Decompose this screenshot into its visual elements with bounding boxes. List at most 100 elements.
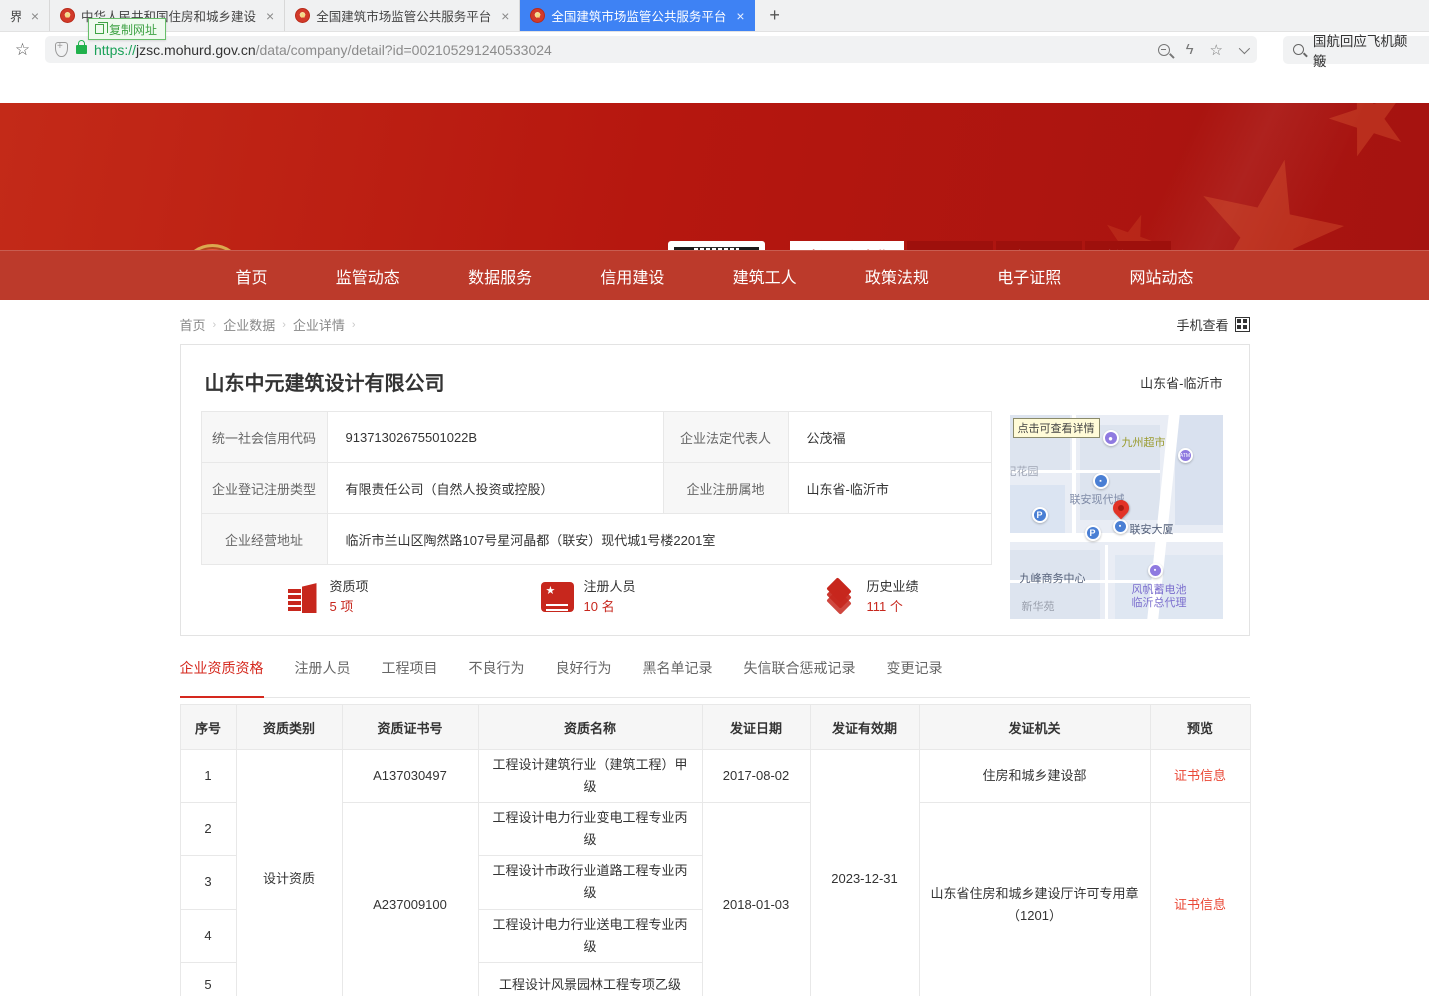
cert-no: A137030497 (342, 750, 478, 803)
tab-dishonesty[interactable]: 失信联合惩戒记录 (744, 658, 856, 697)
breadcrumb-home[interactable]: 首页 (180, 315, 206, 334)
tab-bad-behavior[interactable]: 不良行为 (469, 658, 525, 697)
company-name: 山东中元建筑设计有限公司 (205, 367, 445, 396)
tab-close-icon[interactable]: × (266, 9, 274, 23)
tab-good-behavior[interactable]: 良好行为 (556, 658, 612, 697)
new-tab-button[interactable]: + (755, 0, 795, 31)
tab-blacklist[interactable]: 黑名单记录 (643, 658, 713, 697)
tab-title: 全国建筑市场监管公共服务平台 (316, 6, 491, 25)
nav-item-workers[interactable]: 建筑工人 (733, 264, 797, 288)
site-brand: 中华人民共和国住房和城乡建设部 www.mohurd.gov.cn 全国建筑市场… (247, 249, 674, 250)
map-poi-garden: 纪花园 (1010, 463, 1039, 479)
browser-tab-jzsc-active[interactable]: ★ 全国建筑市场监管公共服务平台 × (520, 0, 754, 31)
browser-tab-mohurd[interactable]: ★ 中华人民共和国住房和城乡建设 × (50, 0, 285, 31)
info-label: 企业法定代表人 (663, 412, 788, 463)
national-emblem-icon: ★ (181, 244, 244, 250)
stat-value: 5 项 (330, 597, 369, 617)
url-protocol: https:// (94, 42, 136, 58)
company-region: 山东省-临沂市 (1140, 373, 1222, 392)
tab-projects[interactable]: 工程项目 (382, 658, 438, 697)
mobile-view-button[interactable]: 手机查看 (1176, 315, 1249, 334)
url-field[interactable]: https://jzsc.mohurd.gov.cn/data/company/… (45, 36, 1257, 63)
shield-plus-icon[interactable] (55, 42, 68, 57)
certificate-info-link[interactable]: 证书信息 (1174, 897, 1226, 912)
stat-label: 注册人员 (584, 577, 636, 597)
map-poi-xinhuayuan: 新华苑 (1022, 598, 1055, 614)
favorite-star-icon[interactable]: ☆ (1210, 41, 1223, 59)
header-search: 建设工程企业 从业人员 建设项目 诚信记录 搜索 (790, 241, 1237, 250)
row-no: 5 (180, 962, 236, 996)
breadcrumb-company-detail: 企业详情 (293, 315, 345, 334)
col-header-validity: 发证有效期 (810, 705, 919, 750)
tab-bar: 界 × ★ 中华人民共和国住房和城乡建设 × ★ 全国建筑市场监管公共服务平台 … (0, 0, 1429, 32)
breadcrumb-company-data[interactable]: 企业数据 (223, 315, 275, 334)
tower-marker-icon: ▪ (1113, 519, 1128, 534)
search-icon (1293, 44, 1304, 55)
stat-historical-performance[interactable]: 历史业绩 111 个 (821, 577, 919, 617)
url-text[interactable]: https://jzsc.mohurd.gov.cn/data/company/… (94, 42, 1146, 58)
nav-item-policy[interactable]: 政策法规 (865, 264, 929, 288)
search-tab-enterprise[interactable]: 建设工程企业 (790, 241, 904, 250)
business-address-value: 临沂市兰山区陶然路107号星河晶都（联安）现代城1号楼2201室 (327, 514, 991, 565)
nav-item-data-service[interactable]: 数据服务 (468, 264, 532, 288)
breadcrumb-separator: › (282, 319, 286, 331)
search-tab-credit[interactable]: 诚信记录 (1085, 241, 1171, 250)
validity-date: 2023-12-31 (810, 750, 919, 996)
zoom-out-icon[interactable] (1158, 44, 1170, 56)
row-no: 4 (180, 909, 236, 962)
quick-search-box[interactable]: 国航回应飞机颠簸 (1283, 36, 1429, 64)
col-header-preview: 预览 (1150, 705, 1250, 750)
stat-registered-personnel[interactable]: 注册人员 10 名 (541, 577, 636, 617)
copy-icon (95, 24, 104, 34)
nav-item-credit[interactable]: 信用建设 (600, 264, 664, 288)
tab-qualifications[interactable]: 企业资质资格 (180, 658, 264, 698)
lightning-icon[interactable]: ϟ (1186, 41, 1194, 58)
browser-tab-partial[interactable]: 界 × (0, 0, 50, 31)
location-map[interactable]: 点击可查看详情 ● 九州超市 ATM 纪花园 ▪ 联安现代城 ▪ 联安大厦 P … (1010, 415, 1223, 619)
cert-no: A237009100 (342, 803, 478, 996)
browser-chrome: 界 × ★ 中华人民共和国住房和城乡建设 × ★ 全国建筑市场监管公共服务平台 … (0, 0, 1429, 68)
map-tooltip: 点击可查看详情 (1013, 418, 1100, 438)
info-label: 企业经营地址 (201, 514, 327, 565)
nav-item-site-news[interactable]: 网站动态 (1129, 264, 1193, 288)
search-tab-personnel[interactable]: 从业人员 (907, 241, 993, 250)
stat-value: 10 名 (584, 597, 636, 617)
stat-label: 历史业绩 (867, 577, 919, 597)
col-header-authority: 发证机关 (919, 705, 1150, 750)
row-no: 1 (180, 750, 236, 803)
registration-type-value: 有限责任公司（自然人投资或控股） (327, 463, 663, 514)
search-tab-project[interactable]: 建设项目 (996, 241, 1082, 250)
breadcrumb-separator: › (352, 319, 356, 331)
bookmark-star-icon[interactable]: ☆ (0, 40, 45, 60)
stat-qualifications[interactable]: 资质项 5 项 (286, 577, 369, 617)
info-label: 企业注册属地 (663, 463, 788, 514)
nav-item-ecert[interactable]: 电子证照 (997, 264, 1061, 288)
browser-tab-jzsc-1[interactable]: ★ 全国建筑市场监管公共服务平台 × (285, 0, 520, 31)
breadcrumb-separator: › (213, 319, 217, 331)
emblem-favicon-icon: ★ (530, 8, 545, 23)
detail-tabs: 企业资质资格 注册人员 工程项目 不良行为 良好行为 黑名单记录 失信联合惩戒记… (180, 658, 1250, 698)
search-category-tabs: 建设工程企业 从业人员 建设项目 诚信记录 (790, 241, 1237, 250)
quick-search-text: 国航回应飞机颠簸 (1313, 30, 1419, 70)
col-header-category: 资质类别 (236, 705, 342, 750)
map-poi-supermarket: 九州超市 (1122, 434, 1166, 450)
tab-close-icon[interactable]: × (736, 9, 744, 23)
col-header-issue-date: 发证日期 (702, 705, 810, 750)
credit-code-value: 91371302675501022B (327, 412, 663, 463)
tab-close-icon[interactable]: × (501, 9, 509, 23)
tab-registered-personnel[interactable]: 注册人员 (295, 658, 351, 697)
parking-icon: P (1032, 507, 1048, 523)
chevron-down-icon[interactable] (1239, 42, 1250, 53)
copy-url-tooltip[interactable]: 复制网址 (88, 18, 166, 40)
certificate-info-link[interactable]: 证书信息 (1174, 768, 1226, 783)
company-info-table: 统一社会信用代码 91371302675501022B 企业法定代表人 公茂福 … (201, 411, 992, 565)
nav-item-supervision[interactable]: 监管动态 (336, 264, 400, 288)
copy-url-label: 复制网址 (109, 21, 157, 38)
supermarket-marker-icon: ● (1103, 430, 1119, 446)
stat-label: 资质项 (330, 577, 369, 597)
col-header-no: 序号 (180, 705, 236, 750)
tab-change-records[interactable]: 变更记录 (887, 658, 943, 697)
nav-item-home[interactable]: 首页 (236, 264, 268, 288)
tab-close-icon[interactable]: × (31, 9, 39, 23)
page-top-gap (0, 68, 1429, 103)
